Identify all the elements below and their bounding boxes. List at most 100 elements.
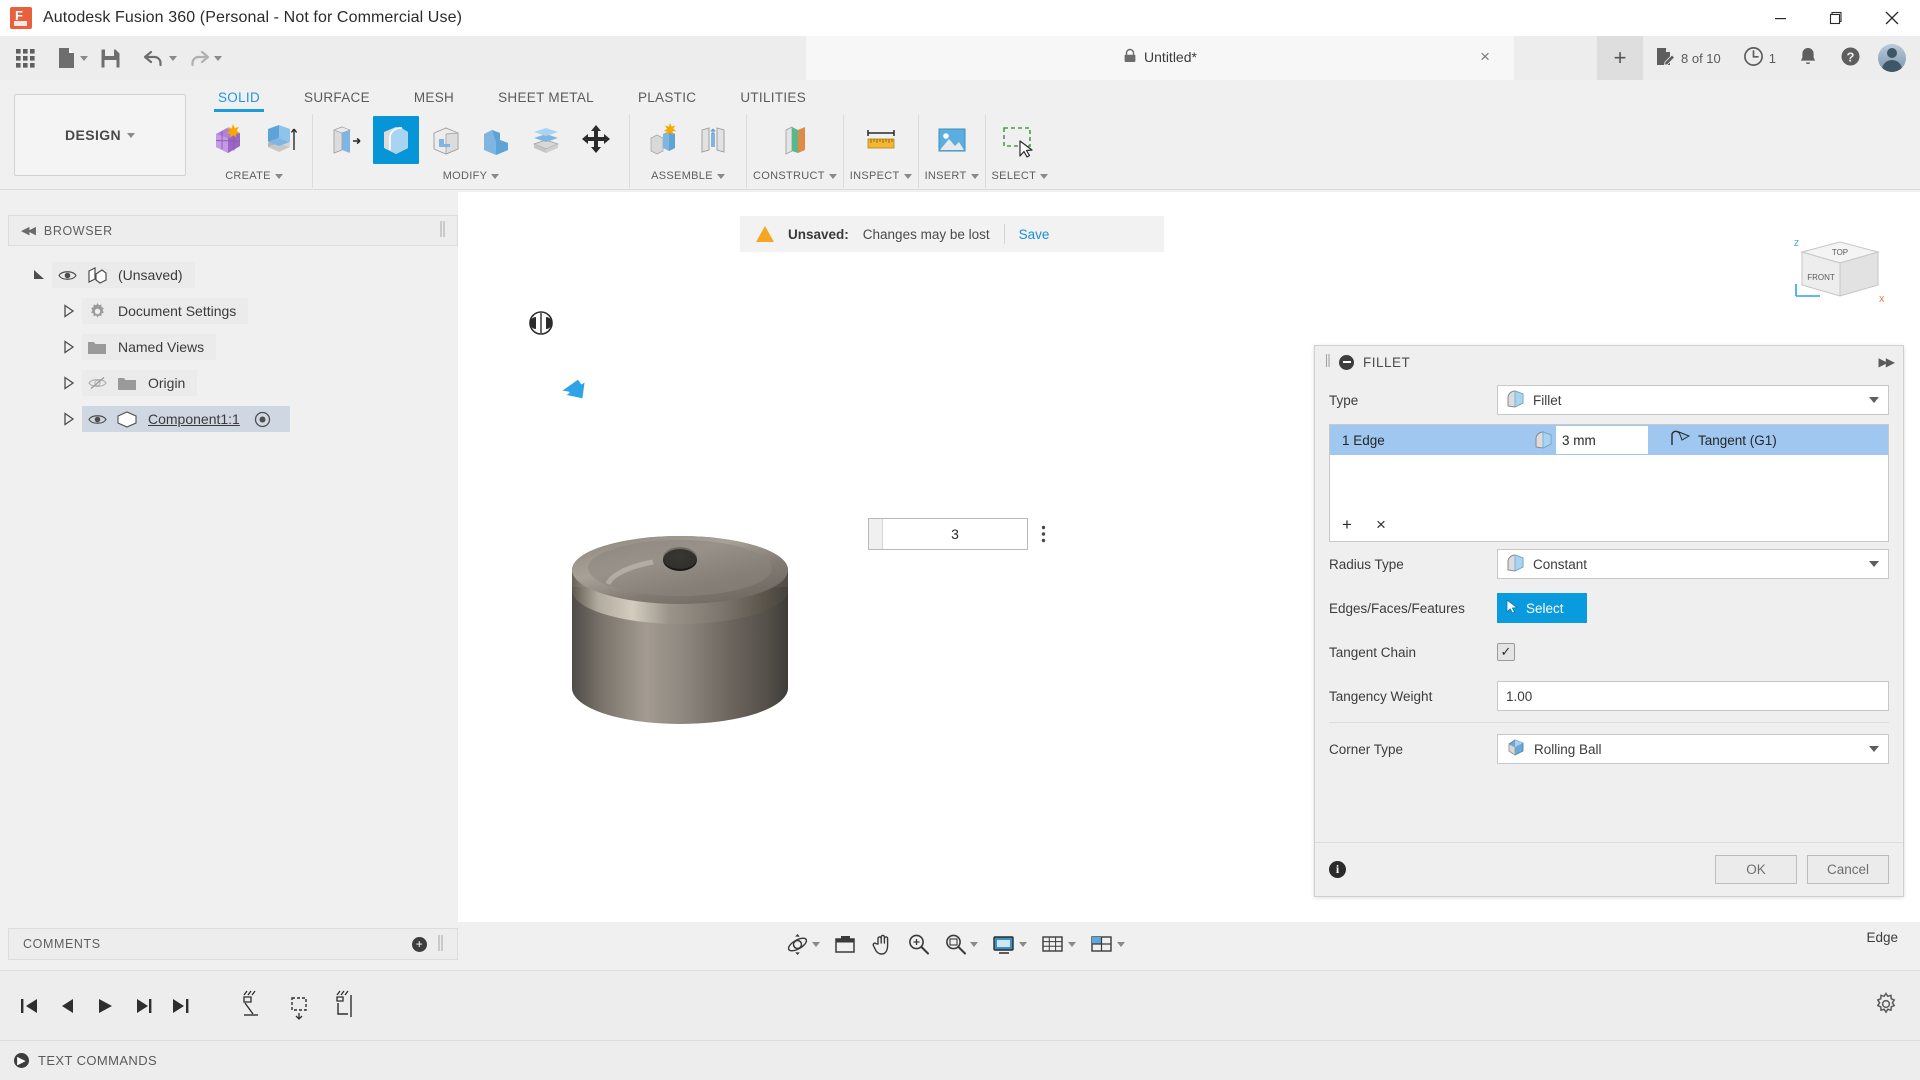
disclosure-collapsed-icon[interactable] [56, 340, 82, 354]
select-icon[interactable] [997, 116, 1043, 164]
browser-resize-grip[interactable] [439, 221, 445, 240]
view-cube[interactable]: TOP FRONT Z X [1780, 230, 1890, 310]
activate-component-icon[interactable] [248, 411, 278, 428]
chevron-down-icon[interactable] [812, 941, 820, 947]
add-selection-button[interactable]: + [1342, 515, 1352, 535]
timeline-settings-gear-icon[interactable] [1874, 992, 1898, 1019]
skip-last-icon[interactable] [162, 984, 200, 1028]
eye-hidden-icon[interactable] [82, 376, 112, 390]
tab-mesh[interactable]: MESH [392, 86, 476, 112]
create-sketch-icon[interactable] [206, 116, 252, 164]
dialog-grip[interactable] [1325, 354, 1330, 370]
chevron-down-icon[interactable] [970, 941, 978, 947]
redo-icon[interactable] [182, 39, 227, 77]
ribbon-group-assemble-label[interactable]: ASSEMBLE [651, 166, 725, 186]
tab-solid[interactable]: SOLID [196, 86, 282, 112]
comments-resize-grip[interactable] [437, 934, 443, 954]
insert-image-icon[interactable] [929, 116, 975, 164]
job-status[interactable]: 8 of 10 [1643, 36, 1732, 80]
add-comment-icon[interactable]: + [412, 936, 427, 952]
new-tab-button[interactable]: + [1597, 36, 1643, 80]
tab-surface[interactable]: SURFACE [282, 86, 392, 112]
help-button[interactable]: ? [1829, 36, 1872, 80]
eye-visible-icon[interactable] [52, 269, 82, 282]
chevron-down-icon[interactable] [214, 55, 222, 61]
notifications-button[interactable] [1787, 36, 1829, 80]
save-icon[interactable] [93, 39, 127, 77]
select-button[interactable]: Select [1497, 593, 1587, 623]
step-back-icon[interactable] [48, 984, 86, 1028]
cancel-button[interactable]: Cancel [1807, 855, 1889, 884]
shell-icon[interactable] [423, 116, 469, 164]
tree-row-document-settings[interactable]: Document Settings [8, 293, 458, 329]
step-forward-icon[interactable] [124, 984, 162, 1028]
split-face-icon[interactable] [523, 116, 569, 164]
info-icon[interactable]: i [1329, 861, 1346, 878]
text-commands-label[interactable]: TEXT COMMANDS [38, 1053, 157, 1068]
disclosure-collapsed-icon[interactable] [56, 412, 82, 426]
comments-panel[interactable]: COMMENTS + [8, 928, 458, 960]
radius-type-dropdown[interactable]: Constant [1497, 549, 1889, 579]
collapse-left-icon[interactable]: ◀◀ [21, 224, 36, 237]
ribbon-group-construct-label[interactable]: CONSTRUCT [753, 166, 837, 186]
dimension-value[interactable]: 3 [883, 519, 1027, 549]
document-tab[interactable]: Untitled* × [806, 36, 1514, 80]
ribbon-group-modify-label[interactable]: MODIFY [443, 166, 500, 186]
tab-sheet-metal[interactable]: SHEET METAL [476, 86, 616, 112]
orbit-icon[interactable] [780, 925, 826, 963]
remove-selection-button[interactable]: × [1376, 515, 1386, 535]
chevron-down-icon[interactable] [80, 55, 88, 61]
save-link[interactable]: Save [1019, 227, 1050, 242]
play-icon[interactable] [86, 984, 124, 1028]
chevron-down-icon[interactable] [169, 55, 177, 61]
selection-radius-input[interactable]: 3 mm [1556, 426, 1648, 454]
tangency-weight-input[interactable]: 1.00 [1497, 681, 1889, 711]
minus-circle-icon[interactable] [1339, 354, 1354, 370]
timeline-feature-sketch[interactable] [234, 981, 280, 1031]
measure-icon[interactable] [858, 116, 904, 164]
minimize-icon[interactable] [1752, 0, 1808, 36]
tree-row-component1[interactable]: Component1:1 [8, 401, 458, 437]
fit-icon[interactable] [938, 925, 984, 963]
combine-icon[interactable] [473, 116, 519, 164]
timeline-feature-fillet[interactable] [326, 981, 372, 1031]
display-settings-icon[interactable] [986, 925, 1033, 963]
more-options-icon[interactable] [1032, 518, 1054, 550]
chevron-down-icon[interactable] [1117, 941, 1125, 947]
new-document-icon[interactable] [52, 39, 93, 77]
viewports-icon[interactable] [1084, 925, 1131, 963]
ribbon-group-insert-label[interactable]: INSERT [925, 166, 979, 186]
app-grid-icon[interactable] [8, 39, 42, 77]
move-copy-icon[interactable] [573, 116, 619, 164]
chevron-down-icon[interactable] [1869, 746, 1879, 752]
chevron-down-icon[interactable] [1869, 561, 1879, 567]
fillet-icon[interactable] [373, 116, 419, 164]
grid-snap-icon[interactable] [1035, 925, 1082, 963]
tree-row-unsaved[interactable]: (Unsaved) [8, 257, 458, 293]
timeline-feature-extrude[interactable] [280, 981, 326, 1031]
look-at-icon[interactable] [828, 925, 863, 963]
ok-button[interactable]: OK [1715, 855, 1797, 884]
press-pull-icon[interactable] [323, 116, 369, 164]
extrude-icon[interactable] [256, 116, 302, 164]
close-icon[interactable] [1864, 0, 1920, 36]
type-dropdown[interactable]: Fillet [1497, 385, 1889, 415]
tangent-chain-checkbox[interactable]: ✓ [1497, 643, 1515, 661]
tab-utilities[interactable]: UTILITIES [718, 86, 828, 112]
ribbon-group-select-label[interactable]: SELECT [992, 166, 1049, 186]
expand-right-icon[interactable]: ▶▶ [1879, 355, 1896, 369]
ribbon-group-inspect-label[interactable]: INSPECT [850, 166, 912, 186]
fillet-dialog[interactable]: FILLET ▶▶ Type Fillet 1 Edge 3 mm Tangen… [1314, 345, 1904, 897]
ribbon-group-create-label[interactable]: CREATE [225, 166, 283, 186]
chevron-down-icon[interactable] [1019, 941, 1027, 947]
text-commands-icon[interactable]: ▶ [14, 1053, 29, 1068]
selection-continuity[interactable]: Tangent (G1) [1648, 430, 1777, 450]
dimension-input[interactable]: 3 [868, 518, 1028, 550]
tab-plastic[interactable]: PLASTIC [616, 86, 718, 112]
tree-row-named-views[interactable]: Named Views [8, 329, 458, 365]
pan-icon[interactable] [865, 925, 899, 963]
undo-icon[interactable] [137, 39, 182, 77]
document-tab-close-icon[interactable]: × [1480, 47, 1490, 67]
user-avatar[interactable] [1878, 44, 1906, 72]
tree-row-origin[interactable]: Origin [8, 365, 458, 401]
